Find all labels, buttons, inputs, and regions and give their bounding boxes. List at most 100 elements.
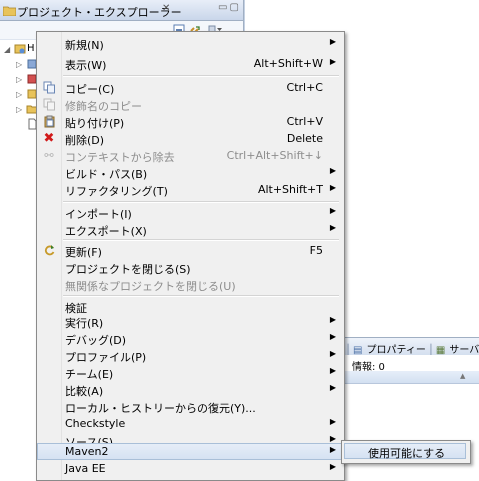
menu-item-close-project[interactable]: プロジェクトを閉じる(S): [37, 259, 342, 276]
menu-item-copy[interactable]: コピー(C) Ctrl+C: [37, 79, 342, 96]
project-explorer-title: プロジェクト・エクスプローラー: [17, 6, 182, 19]
tab-properties[interactable]: プロパティー: [364, 338, 427, 356]
menu-item-java-ee[interactable]: Java EE ▶: [37, 460, 342, 477]
menu-item-label: ローカル・ヒストリーからの復元(Y)...: [65, 402, 256, 415]
bottom-view-body: ): [330, 384, 479, 479]
paste-icon: [42, 114, 56, 128]
menu-item-close-unrelated-projects: 無関係なプロジェクトを閉じる(U): [37, 276, 342, 293]
submenu-arrow-icon: ▶: [329, 366, 336, 375]
menu-item-label: 使用可能にする: [368, 447, 446, 460]
menu-item-build-path[interactable]: ビルド・パス(B) ▶: [37, 164, 342, 181]
menu-item-shortcut: F5: [309, 244, 323, 257]
submenu-arrow-icon: ▶: [329, 417, 336, 426]
servers-icon: ▦: [435, 345, 446, 356]
tab-servers[interactable]: サーバー: [447, 338, 479, 356]
menu-item-copy-qualified-name: 修飾名のコピー: [37, 96, 342, 113]
submenu-arrow-icon: ▶: [329, 315, 336, 324]
menu-item-import[interactable]: インポート(I) ▶: [37, 204, 342, 221]
menu-item-label: 比較(A): [65, 385, 104, 398]
context-menu: 新規(N) ▶ 表示(W) Alt+Shift+W ▶ コピー(C) Ctrl+C 修飾…: [36, 31, 345, 481]
bottom-view-tabs: ク│▤プロパティー│▦サーバー: [330, 337, 479, 357]
menu-item-label: 表示(W): [65, 59, 107, 72]
menu-item-shortcut: Ctrl+C: [286, 81, 323, 94]
menu-item-label: 無関係なプロジェクトを閉じる(U): [65, 280, 236, 293]
submenu-arrow-icon: ▶: [329, 445, 336, 454]
menu-item-label: チーム(E): [65, 368, 114, 381]
submenu-arrow-icon: ▶: [329, 332, 336, 341]
menu-item-label: 修飾名のコピー: [65, 100, 142, 113]
submenu-arrow-icon: ▶: [329, 383, 336, 392]
menu-item-label: Java EE: [65, 462, 106, 475]
menu-item-label: デバッグ(D): [65, 334, 127, 347]
minimize-maximize-icon[interactable]: ▭▢: [218, 2, 241, 13]
folder-icon: [2, 3, 16, 17]
properties-icon: ▤: [353, 345, 363, 356]
menu-item-restore-local-history[interactable]: ローカル・ヒストリーからの復元(Y)...: [37, 398, 342, 415]
copy-icon: [42, 80, 56, 94]
project-explorer-tab[interactable]: プロジェクト・エクスプローラー ✕ ▭▢: [0, 0, 243, 21]
project-icon: [14, 43, 26, 55]
expand-triangle-icon[interactable]: ▷: [16, 60, 22, 69]
copy-qualified-icon: [42, 97, 56, 111]
menu-item-label: Maven2: [65, 445, 109, 458]
maven2-submenu: 使用可能にする: [341, 440, 471, 464]
refresh-icon: [42, 243, 56, 257]
menu-item-new[interactable]: 新規(N) ▶: [37, 35, 342, 52]
menu-item-label: コンテキストから除去: [65, 151, 175, 164]
menu-item-label: プロジェクトを閉じる(S): [65, 263, 191, 276]
collapse-triangle-icon[interactable]: ◢: [4, 45, 10, 54]
expand-triangle-icon[interactable]: ▷: [16, 90, 22, 99]
delete-icon: ✖: [43, 130, 55, 146]
expand-triangle-icon[interactable]: ▷: [16, 75, 22, 84]
menu-item-label: ビルド・パス(B): [65, 168, 148, 181]
menu-item-paste[interactable]: 貼り付け(P) Ctrl+V: [37, 113, 342, 130]
menu-item-export[interactable]: エクスポート(X) ▶: [37, 221, 342, 238]
menu-item-label: プロファイル(P): [65, 351, 147, 364]
menu-item-label: インポート(I): [65, 208, 132, 221]
submenu-arrow-icon: ▶: [329, 223, 336, 232]
menu-item-shortcut: Alt+Shift+T: [257, 183, 323, 196]
menu-item-debug[interactable]: デバッグ(D) ▶: [37, 330, 342, 347]
menu-separator: [63, 75, 339, 77]
menu-item-label: 更新(F): [65, 246, 102, 259]
menu-item-label: 削除(D): [65, 134, 105, 147]
menu-item-profile[interactable]: プロファイル(P) ▶: [37, 347, 342, 364]
submenu-arrow-icon: ▶: [329, 57, 336, 66]
submenu-arrow-icon: ▶: [329, 183, 336, 192]
menu-item-refresh[interactable]: 更新(F) F5: [37, 242, 342, 259]
menu-item-refactoring[interactable]: リファクタリング(T) Alt+Shift+T ▶: [37, 181, 342, 198]
menu-separator: [63, 295, 339, 297]
menu-item-shortcut: Ctrl+Alt+Shift+↓: [226, 149, 323, 162]
bottom-info-bar: 情報: 0: [330, 355, 479, 373]
menu-item-enable[interactable]: 使用可能にする: [344, 443, 466, 460]
menu-item-label: リファクタリング(T): [65, 185, 168, 198]
close-icon[interactable]: ✕: [162, 3, 170, 14]
submenu-arrow-icon: ▶: [329, 206, 336, 215]
menu-item-label: コピー(C): [65, 83, 115, 96]
submenu-arrow-icon: ▶: [329, 37, 336, 46]
menu-item-shortcut: Ctrl+V: [286, 115, 323, 128]
menu-item-checkstyle[interactable]: Checkstyle ▶: [37, 415, 342, 432]
menu-item-delete[interactable]: ✖ 削除(D) Delete: [37, 130, 342, 148]
submenu-arrow-icon: ▶: [329, 462, 336, 471]
menu-item-label: 新規(N): [65, 39, 104, 52]
menu-item-run[interactable]: 実行(R) ▶: [37, 313, 342, 330]
submenu-arrow-icon: ▶: [329, 434, 336, 443]
menu-item-remove-from-context: ⚯ コンテキストから除去 Ctrl+Alt+Shift+↓: [37, 147, 342, 164]
menu-separator: [63, 239, 339, 241]
submenu-arrow-icon: ▶: [329, 166, 336, 175]
submenu-arrow-icon: ▶: [329, 349, 336, 358]
table-header[interactable]: ▲: [330, 371, 479, 384]
tree-item-label: H: [27, 43, 35, 54]
remove-context-icon: ⚯: [44, 148, 54, 162]
menu-item-compare[interactable]: 比較(A) ▶: [37, 381, 342, 398]
menu-item-maven2[interactable]: Maven2 ▶: [37, 443, 342, 460]
sort-arrow-icon: ▲: [460, 372, 466, 380]
menu-separator: [63, 201, 339, 203]
menu-item-show-in[interactable]: 表示(W) Alt+Shift+W ▶: [37, 55, 342, 72]
menu-item-team[interactable]: チーム(E) ▶: [37, 364, 342, 381]
menu-item-label: 実行(R): [65, 317, 104, 330]
menu-item-shortcut: Delete: [286, 132, 323, 145]
menu-item-label: Checkstyle: [65, 417, 126, 430]
expand-triangle-icon[interactable]: ▷: [16, 105, 22, 114]
